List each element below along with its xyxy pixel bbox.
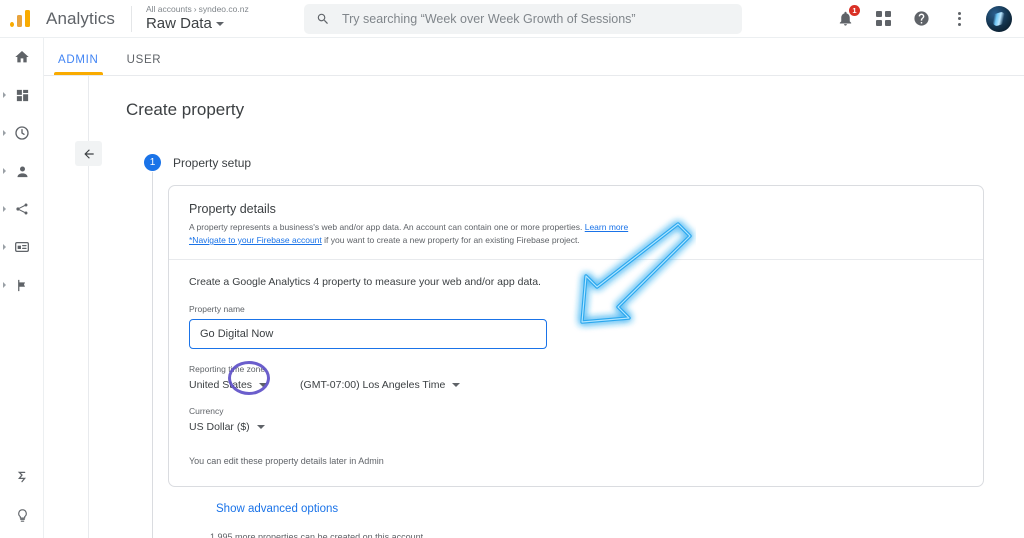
timezone-zone-value: (GMT-07:00) Los Angeles Time	[300, 379, 446, 391]
card-description: A property represents a business's web a…	[189, 221, 949, 247]
timezone-selects: United States (GMT-07:00) Los Angeles Ti…	[189, 379, 963, 391]
firebase-account-link[interactable]: *Navigate to your Firebase account	[189, 235, 322, 245]
search-bar[interactable]	[303, 3, 742, 34]
search-input[interactable]	[341, 11, 730, 26]
property-details-card: Property details A property represents a…	[168, 185, 984, 487]
breadcrumb-separator: ›	[193, 4, 197, 14]
search-icon	[317, 13, 328, 24]
card-description-text-2: if you want to create a new property for…	[324, 235, 580, 245]
more-options-button[interactable]	[948, 8, 970, 30]
home-icon	[15, 51, 29, 63]
flag-icon	[17, 279, 25, 291]
person-icon	[17, 166, 27, 177]
back-arrow-icon	[83, 148, 94, 159]
expand-arrow-icon	[3, 244, 6, 250]
admin-user-tabs: ADMIN USER	[44, 38, 1024, 76]
left-nav-bottom	[0, 458, 44, 534]
expand-arrow-icon	[3, 168, 6, 174]
card-lead-text: Create a Google Analytics 4 property to …	[189, 276, 541, 288]
tab-admin[interactable]: ADMIN	[44, 54, 113, 75]
chevron-down-icon	[452, 383, 461, 387]
sidebar-item-goals[interactable]	[0, 266, 44, 304]
property-name-field-group: Property name	[189, 304, 963, 349]
chevron-down-icon	[256, 425, 265, 429]
timezone-label: Reporting time zone	[189, 364, 266, 374]
avatar[interactable]	[986, 5, 1012, 32]
breadcrumb: All accounts › syndeo.co.nz	[146, 4, 266, 15]
breadcrumb-all-accounts[interactable]: All accounts	[146, 4, 192, 14]
clock-icon	[15, 126, 29, 140]
apps-button[interactable]	[872, 8, 894, 30]
brand-name: Analytics	[46, 8, 115, 28]
sidebar-item-advertising[interactable]	[0, 228, 44, 266]
card-footer-note: You can edit these property details late…	[189, 456, 384, 466]
currency-label: Currency	[189, 406, 224, 416]
branch-icon	[16, 203, 28, 215]
timezone-country-value: United States	[189, 379, 253, 391]
analytics-logo-icon	[8, 6, 34, 32]
sidebar-item-home[interactable]	[0, 38, 44, 76]
timezone-country-select[interactable]: United States	[189, 379, 268, 391]
card-header: Property details A property represents a…	[169, 186, 983, 260]
sidebar-item-insights[interactable]	[0, 496, 44, 534]
learn-more-link[interactable]: Learn more	[585, 222, 628, 232]
card-icon	[15, 242, 29, 252]
property-name-label: Property name	[189, 304, 245, 314]
property-name-input[interactable]	[189, 319, 547, 349]
sidebar-item-reports[interactable]	[0, 76, 44, 114]
sidebar-item-explore[interactable]	[0, 190, 44, 228]
card-body: Create a Google Analytics 4 property to …	[169, 260, 983, 466]
top-app-bar: Analytics All accounts › syndeo.co.nz Raw …	[0, 0, 1024, 38]
step-label: Property setup	[173, 155, 252, 170]
expand-arrow-icon	[3, 282, 6, 288]
notifications-button[interactable]: 1	[834, 4, 860, 30]
expand-arrow-icon	[3, 206, 6, 212]
lightbulb-icon	[17, 508, 27, 522]
card-description-text: A property represents a business's web a…	[189, 222, 583, 232]
main-content: Create property 1 Property setup Propert…	[44, 76, 1024, 538]
more-vert-icon	[957, 11, 961, 26]
step-number: 1	[144, 154, 161, 171]
property-switcher[interactable]: Raw Data	[146, 15, 266, 33]
page-title: Create property	[126, 100, 245, 119]
sidebar-item-audience[interactable]	[0, 152, 44, 190]
apps-grid-icon	[875, 11, 891, 26]
header-divider	[130, 5, 132, 32]
timezone-field-group: Reporting time zone United States (GMT-0…	[189, 364, 963, 391]
left-nav-rail	[0, 38, 44, 538]
timezone-zone-select[interactable]: (GMT-07:00) Los Angeles Time	[300, 379, 461, 391]
card-title: Property details	[189, 202, 276, 216]
account-selector[interactable]: All accounts › syndeo.co.nz Raw Data	[146, 4, 266, 33]
top-bar-actions: 1	[834, 4, 1024, 32]
expand-arrow-icon	[3, 130, 6, 136]
help-button[interactable]	[910, 8, 932, 30]
breadcrumb-account[interactable]: syndeo.co.nz	[199, 4, 249, 14]
sidebar-item-admin[interactable]	[0, 458, 44, 496]
currency-field-group: Currency US Dollar ($)	[189, 406, 963, 433]
step-connector-line	[152, 172, 153, 538]
chevron-down-icon	[259, 383, 268, 387]
currency-value: US Dollar ($)	[189, 421, 250, 433]
back-button[interactable]	[75, 141, 102, 166]
chevron-down-icon	[215, 22, 224, 26]
reports-grid-icon	[16, 89, 28, 101]
analytics-app-window: Analytics All accounts › syndeo.co.nz Raw …	[0, 0, 1024, 538]
help-circle-icon	[913, 11, 929, 26]
properties-quota-note: 1,995 more properties can be created on …	[210, 532, 424, 538]
step-indicator: 1 Property setup	[144, 154, 251, 171]
show-advanced-options-link[interactable]: Show advanced options	[216, 503, 338, 515]
admin-gear-icon	[17, 471, 26, 483]
currency-select[interactable]: US Dollar ($)	[189, 421, 963, 433]
sidebar-item-realtime[interactable]	[0, 114, 44, 152]
property-switcher-label: Raw Data	[145, 15, 212, 32]
expand-arrow-icon	[3, 92, 6, 98]
notification-badge: 1	[849, 4, 860, 16]
tab-user[interactable]: USER	[113, 54, 176, 75]
